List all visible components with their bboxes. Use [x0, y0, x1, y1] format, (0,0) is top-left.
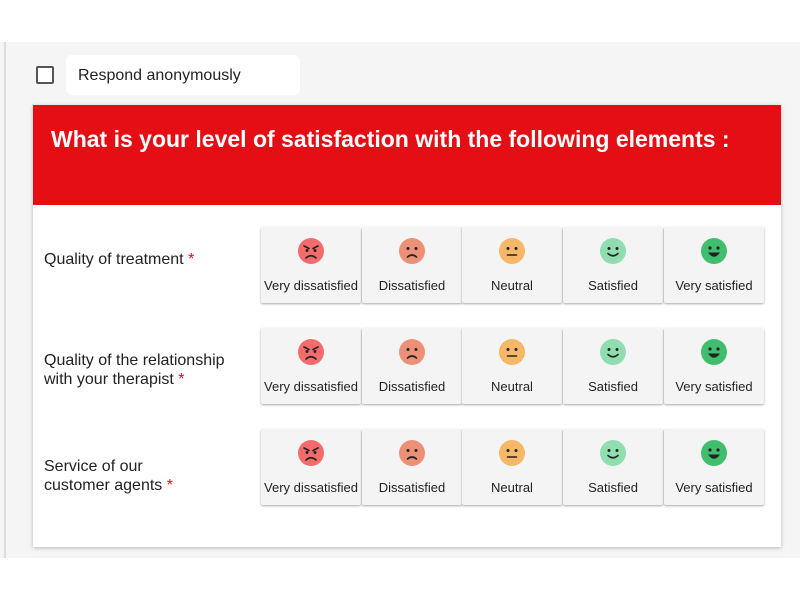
required-asterisk: * — [178, 371, 185, 388]
option-label: Neutral — [491, 379, 533, 394]
grin-face-icon — [701, 238, 727, 264]
option-neutral[interactable]: Neutral — [462, 429, 562, 505]
question-quality-of-treatment: Quality of treatment * Very dissatisfied… — [33, 227, 781, 307]
option-label: Very satisfied — [675, 379, 753, 394]
option-label: Very dissatisfied — [264, 480, 358, 495]
option-label: Very dissatisfied — [264, 379, 358, 394]
option-label: Neutral — [491, 278, 533, 293]
card-title: What is your level of satisfaction with … — [51, 126, 730, 152]
smile-face-icon — [600, 440, 626, 466]
option-label: Neutral — [491, 480, 533, 495]
frown-face-icon — [399, 339, 425, 365]
angry-face-icon — [298, 238, 324, 264]
question-label: Quality of treatment * — [44, 250, 254, 269]
option-satisfied[interactable]: Satisfied — [563, 227, 663, 303]
option-very-dissatisfied[interactable]: Very dissatisfied — [261, 328, 361, 404]
question-label-text: Quality of treatment — [44, 251, 184, 268]
option-label: Very satisfied — [675, 278, 753, 293]
option-very-satisfied[interactable]: Very satisfied — [664, 227, 764, 303]
question-label-text: customer agents — [44, 477, 163, 494]
option-label: Dissatisfied — [378, 379, 446, 394]
option-dissatisfied[interactable]: Dissatisfied — [362, 328, 462, 404]
question-relationship-with-therapist: Quality of the relationship with your th… — [33, 328, 781, 408]
option-label: Dissatisfied — [378, 278, 446, 293]
option-satisfied[interactable]: Satisfied — [563, 429, 663, 505]
option-very-satisfied[interactable]: Very satisfied — [664, 328, 764, 404]
required-asterisk: * — [166, 477, 173, 494]
option-label: Satisfied — [588, 480, 638, 495]
neutral-face-icon — [499, 238, 525, 264]
option-very-satisfied[interactable]: Very satisfied — [664, 429, 764, 505]
option-very-dissatisfied[interactable]: Very dissatisfied — [261, 429, 361, 505]
anonymous-label: Respond anonymously — [78, 67, 241, 84]
frown-face-icon — [399, 440, 425, 466]
neutral-face-icon — [499, 440, 525, 466]
option-dissatisfied[interactable]: Dissatisfied — [362, 227, 462, 303]
card-header: What is your level of satisfaction with … — [33, 105, 781, 205]
question-label: Quality of the relationship with your th… — [44, 351, 254, 389]
option-label: Satisfied — [588, 278, 638, 293]
angry-face-icon — [298, 339, 324, 365]
frown-face-icon — [399, 238, 425, 264]
option-very-dissatisfied[interactable]: Very dissatisfied — [261, 227, 361, 303]
angry-face-icon — [298, 440, 324, 466]
required-asterisk: * — [188, 251, 195, 268]
question-label-text: Quality of the relationship — [44, 352, 225, 369]
option-dissatisfied[interactable]: Dissatisfied — [362, 429, 462, 505]
grin-face-icon — [701, 440, 727, 466]
option-label: Very dissatisfied — [264, 278, 358, 293]
left-border — [4, 42, 6, 558]
option-label: Very satisfied — [675, 480, 753, 495]
option-neutral[interactable]: Neutral — [462, 328, 562, 404]
question-label-text: with your therapist — [44, 371, 174, 388]
option-label: Dissatisfied — [378, 480, 446, 495]
smile-face-icon — [600, 339, 626, 365]
question-label-text: Service of our — [44, 458, 143, 475]
survey-card: What is your level of satisfaction with … — [33, 105, 781, 547]
neutral-face-icon — [499, 339, 525, 365]
smile-face-icon — [600, 238, 626, 264]
option-neutral[interactable]: Neutral — [462, 227, 562, 303]
question-label: Service of our customer agents * — [44, 457, 254, 495]
grin-face-icon — [701, 339, 727, 365]
anonymous-checkbox[interactable] — [36, 66, 54, 84]
question-customer-agents: Service of our customer agents * Very di… — [33, 429, 781, 509]
option-label: Satisfied — [588, 379, 638, 394]
option-satisfied[interactable]: Satisfied — [563, 328, 663, 404]
